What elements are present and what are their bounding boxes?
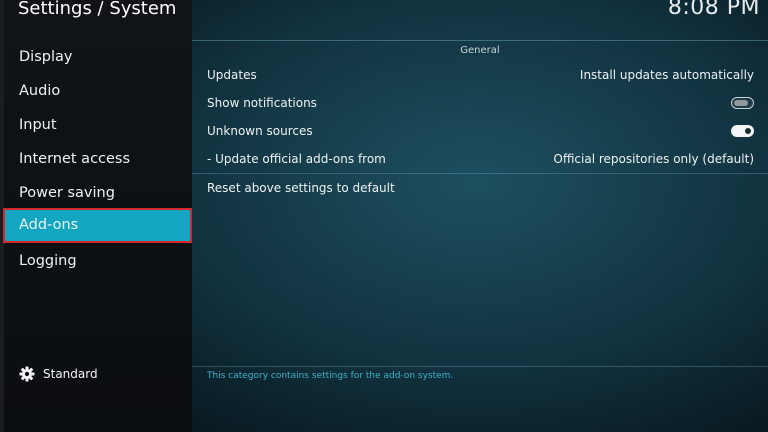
setting-label: Show notifications: [207, 96, 317, 110]
toggle-knob: [745, 127, 751, 134]
unknown-sources-toggle[interactable]: [731, 125, 754, 137]
sidebar-item-power-saving[interactable]: Power saving: [4, 176, 192, 210]
sidebar-item-add-ons[interactable]: Add-ons: [3, 208, 192, 243]
setting-show-notifications[interactable]: Show notifications: [192, 89, 768, 117]
setting-unknown-sources[interactable]: Unknown sources: [192, 117, 768, 145]
toggle-knob: [734, 99, 748, 106]
category-description: This category contains settings for the …: [207, 371, 454, 381]
sidebar-item-internet-access[interactable]: Internet access: [4, 142, 192, 176]
sidebar-item-display[interactable]: Display: [4, 40, 192, 74]
reset-label: Reset above settings to default: [207, 181, 395, 195]
setting-label: - Update official add-ons from: [207, 152, 386, 166]
sidebar-item-audio[interactable]: Audio: [4, 74, 192, 108]
notifications-toggle[interactable]: [731, 97, 754, 109]
sidebar-item-logging[interactable]: Logging: [4, 244, 192, 278]
settings-level-button[interactable]: Standard: [19, 364, 98, 384]
section-heading: General: [460, 45, 500, 56]
setting-value: Install updates automatically: [579, 68, 754, 82]
reset-settings-button[interactable]: Reset above settings to default: [192, 174, 768, 202]
settings-screen: Settings / System 8:08 PM Display Audio …: [0, 0, 768, 432]
settings-level-label: Standard: [43, 367, 98, 381]
setting-label: Updates: [207, 68, 257, 82]
page-title: Settings / System: [18, 0, 177, 19]
setting-label: Unknown sources: [207, 124, 313, 138]
header-divider: [192, 40, 768, 41]
setting-update-official-addons[interactable]: - Update official add-ons from Official …: [192, 145, 768, 173]
footer-divider: [192, 366, 768, 367]
sidebar-item-input[interactable]: Input: [4, 108, 192, 142]
clock: 8:08 PM: [667, 0, 760, 20]
gear-icon: [19, 366, 35, 382]
setting-updates[interactable]: Updates Install updates automatically: [192, 61, 768, 89]
setting-value: Official repositories only (default): [553, 152, 754, 166]
